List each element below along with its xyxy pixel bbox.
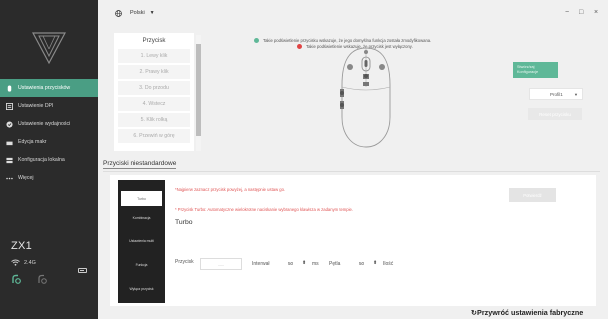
function-item-combination[interactable]: Kombinacja [121,210,162,225]
interval-label: Interwał [252,261,270,267]
sidebar-nav: Ustawienia przycisków Ustawienie DPI Ust… [0,79,98,187]
interval-unit: ms [312,261,319,267]
loop-stepper-icon[interactable]: ⬍ [373,260,377,266]
sidebar-item-more[interactable]: Więcej [0,169,98,187]
chevron-down-icon[interactable]: ▼ [150,10,155,16]
loop-value[interactable]: 50 [359,261,364,266]
chevron-down-icon: ▼ [574,91,578,97]
connection-label: 2.4G [24,259,36,266]
device-mode-icon[interactable] [11,274,22,285]
section-divider [103,171,600,172]
device-mode-alt-icon[interactable] [37,274,48,285]
reset-button[interactable]: Reset przycisku [528,108,582,120]
globe-icon [115,9,122,17]
loop-label: Pętla [329,261,341,267]
create-config-line2: Konfiguracje [517,70,539,74]
sidebar-item-button-settings[interactable]: Ustawienia przycisków [0,79,98,97]
green-dot-icon [254,37,259,43]
button-list-item[interactable]: 4. Wstecz [118,97,190,111]
button-list-item[interactable]: 6. Przewiń w górę [118,129,190,143]
restore-label: Przywróć ustawienia fabryczne [477,308,584,317]
maximize-button[interactable]: □ [579,9,583,16]
key-input[interactable]: ...... [200,258,242,270]
interval-stepper-icon[interactable]: ⬍ [302,260,306,266]
sidebar: Ustawienia przycisków Ustawienie DPI Ust… [0,0,98,319]
sidebar-item-label: Ustawienia przycisków [18,85,71,91]
device-name: ZX1 [11,240,33,252]
legend-default-text: Takie podświetlenie przycisku wskazuje, … [263,37,432,43]
function-item-turbo[interactable]: Turbo [121,191,162,206]
legend-default: Takie podświetlenie przycisku wskazuje, … [254,37,431,43]
sidebar-item-label: Więcej [18,175,34,181]
more-icon [6,175,13,182]
count-label: Ilość [383,261,394,267]
mouse-diagram [340,47,391,148]
sidebar-item-label: Ustawienie DPI [18,103,54,109]
section-title: Przyciski niestandardowe [103,160,177,169]
button-list-panel: Przycisk 1. Lewy klik 2. Prawy klik 3. D… [114,33,194,151]
close-button[interactable]: × [594,9,598,16]
button-list-item[interactable]: 3. Do przodu [118,81,190,95]
storage-icon [6,157,13,164]
performance-icon [6,120,13,128]
function-list: Turbo Kombinacja Ustawienia multi Funkcj… [118,180,165,303]
connection-row: 2.4G [11,259,97,266]
function-item-disable[interactable]: Wyłącz przycisk [121,281,162,296]
keyboard-icon [6,139,13,146]
minimize-button[interactable]: − [565,9,569,16]
v-shield-logo [32,32,66,65]
confirm-button[interactable]: Potwierdź [509,188,556,202]
red-dot-icon [297,43,302,49]
top-bar: Polski ▼ [98,0,608,26]
warning-select-first: *Najpierw zaznacz przycisk powyżej, a na… [175,187,286,192]
dpi-icon [6,102,13,110]
function-item-multimedia[interactable]: Ustawienia multi [121,233,162,248]
wifi-icon [11,259,20,266]
restore-defaults-button[interactable]: ↻Przywróć ustawienia fabryczne [471,308,583,317]
sidebar-item-label: Ustawienie wydajności [18,121,71,127]
key-label: Przycisk [175,259,194,265]
language-select[interactable]: Polski [130,10,145,16]
sidebar-item-macro[interactable]: Edycja makr [0,133,98,151]
sidebar-item-performance[interactable]: Ustawienie wydajności [0,115,98,133]
sidebar-item-label: Edycja makr [18,139,47,145]
function-item-function[interactable]: Funkcja [121,257,162,272]
device-panel: ZX1 2.4G [11,240,97,302]
battery-icon [78,268,87,273]
sidebar-item-local-config[interactable]: Konfiguracja lokalna [0,151,98,169]
warning-turbo-info: * Przycisk Turbo: Automatyczne wielokrot… [175,207,354,212]
sidebar-item-label: Konfiguracja lokalna [18,157,65,163]
interval-value[interactable]: 50 [288,261,293,266]
scrollbar-thumb[interactable] [196,44,201,136]
profile-value: Profil1 [550,91,563,97]
mouse-icon [6,84,13,92]
button-list-item[interactable]: 2. Prawy klik [118,65,190,79]
profile-select[interactable]: Profil1 ▼ [529,88,583,100]
sidebar-item-dpi[interactable]: Ustawienie DPI [0,97,98,115]
button-list-title: Przycisk [142,37,166,44]
device-icons [11,274,97,285]
button-list-item[interactable]: 1. Lewy klik [118,49,190,63]
turbo-title: Turbo [175,219,193,226]
button-list-item[interactable]: 5. Klik rolką [118,113,190,127]
create-config-button[interactable]: Stwórz/zaj Konfiguracje [513,62,558,78]
